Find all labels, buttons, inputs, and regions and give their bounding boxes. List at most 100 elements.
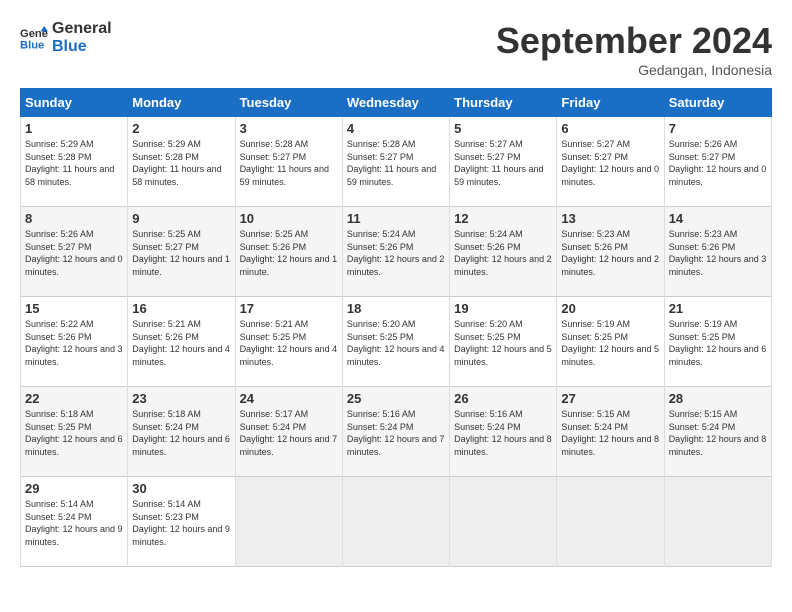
day-number: 7 [669,121,767,136]
day-info: Sunrise: 5:25 AMSunset: 5:27 PMDaylight:… [132,228,230,278]
calendar-cell [342,477,449,567]
day-info: Sunrise: 5:27 AMSunset: 5:27 PMDaylight:… [561,138,659,188]
calendar-cell: 28 Sunrise: 5:15 AMSunset: 5:24 PMDayligh… [664,387,771,477]
day-number: 25 [347,391,445,406]
day-info: Sunrise: 5:18 AMSunset: 5:24 PMDaylight:… [132,408,230,458]
month-title: September 2024 [496,20,772,62]
week-row-2: 8 Sunrise: 5:26 AMSunset: 5:27 PMDaylight… [21,207,772,297]
header-tuesday: Tuesday [235,89,342,117]
day-info: Sunrise: 5:20 AMSunset: 5:25 PMDaylight:… [454,318,552,368]
calendar-cell: 30 Sunrise: 5:14 AMSunset: 5:23 PMDayligh… [128,477,235,567]
day-number: 4 [347,121,445,136]
calendar-cell: 19 Sunrise: 5:20 AMSunset: 5:25 PMDayligh… [450,297,557,387]
day-info: Sunrise: 5:29 AMSunset: 5:28 PMDaylight:… [132,138,230,188]
calendar-cell: 27Sunrise: 5:15 AMSunset: 5:24 PMDayligh… [557,387,664,477]
logo-text-line1: General [52,20,112,38]
day-number: 27 [561,391,659,406]
svg-text:Blue: Blue [20,39,44,51]
day-info: Sunrise: 5:25 AMSunset: 5:26 PMDaylight:… [240,228,338,278]
calendar-cell: 17 Sunrise: 5:21 AMSunset: 5:25 PMDayligh… [235,297,342,387]
header-saturday: Saturday [664,89,771,117]
header-row: SundayMondayTuesdayWednesdayThursdayFrid… [21,89,772,117]
day-number: 14 [669,211,767,226]
day-number: 20 [561,301,659,316]
day-number: 10 [240,211,338,226]
week-row-1: 1 Sunrise: 5:29 AMSunset: 5:28 PMDaylight… [21,117,772,207]
calendar-cell: 6 Sunrise: 5:27 AMSunset: 5:27 PMDaylight… [557,117,664,207]
logo-icon: General Blue [20,24,48,52]
calendar-cell: 7Sunrise: 5:26 AMSunset: 5:27 PMDaylight… [664,117,771,207]
day-number: 15 [25,301,123,316]
calendar-cell: 4 Sunrise: 5:28 AMSunset: 5:27 PMDaylight… [342,117,449,207]
logo: General Blue General Blue [20,20,112,55]
day-number: 19 [454,301,552,316]
day-number: 1 [25,121,123,136]
week-row-3: 15 Sunrise: 5:22 AMSunset: 5:26 PMDayligh… [21,297,772,387]
calendar-cell: 8 Sunrise: 5:26 AMSunset: 5:27 PMDaylight… [21,207,128,297]
calendar-cell: 21 Sunrise: 5:19 AMSunset: 5:25 PMDayligh… [664,297,771,387]
calendar-cell: 9 Sunrise: 5:25 AMSunset: 5:27 PMDaylight… [128,207,235,297]
header-sunday: Sunday [21,89,128,117]
day-number: 16 [132,301,230,316]
day-number: 17 [240,301,338,316]
header-thursday: Thursday [450,89,557,117]
location: Gedangan, Indonesia [496,62,772,78]
calendar-cell [557,477,664,567]
day-info: Sunrise: 5:28 AMSunset: 5:27 PMDaylight:… [240,138,338,188]
day-number: 21 [669,301,767,316]
day-number: 28 [669,391,767,406]
day-number: 22 [25,391,123,406]
day-info: Sunrise: 5:20 AMSunset: 5:25 PMDaylight:… [347,318,445,368]
calendar-cell: 23Sunrise: 5:18 AMSunset: 5:24 PMDayligh… [128,387,235,477]
day-info: Sunrise: 5:17 AMSunset: 5:24 PMDaylight:… [240,408,338,458]
calendar-cell: 16Sunrise: 5:21 AMSunset: 5:26 PMDayligh… [128,297,235,387]
calendar-cell: 3 Sunrise: 5:28 AMSunset: 5:27 PMDaylight… [235,117,342,207]
day-number: 2 [132,121,230,136]
day-number: 3 [240,121,338,136]
day-info: Sunrise: 5:14 AMSunset: 5:23 PMDaylight:… [132,498,230,548]
day-info: Sunrise: 5:19 AMSunset: 5:25 PMDaylight:… [669,318,767,368]
calendar-cell: 11 Sunrise: 5:24 AMSunset: 5:26 PMDayligh… [342,207,449,297]
day-number: 11 [347,211,445,226]
logo-text-line2: Blue [52,38,112,56]
calendar-table: SundayMondayTuesdayWednesdayThursdayFrid… [20,88,772,567]
day-number: 30 [132,481,230,496]
header-monday: Monday [128,89,235,117]
header-friday: Friday [557,89,664,117]
day-info: Sunrise: 5:15 AMSunset: 5:24 PMDaylight:… [669,408,767,458]
day-number: 6 [561,121,659,136]
day-info: Sunrise: 5:16 AMSunset: 5:24 PMDaylight:… [347,408,445,458]
day-info: Sunrise: 5:21 AMSunset: 5:25 PMDaylight:… [240,318,338,368]
day-number: 12 [454,211,552,226]
day-info: Sunrise: 5:23 AMSunset: 5:26 PMDaylight:… [669,228,767,278]
calendar-cell: 2 Sunrise: 5:29 AMSunset: 5:28 PMDaylight… [128,117,235,207]
calendar-cell [235,477,342,567]
day-info: Sunrise: 5:27 AMSunset: 5:27 PMDaylight:… [454,138,552,188]
day-number: 9 [132,211,230,226]
title-block: September 2024 Gedangan, Indonesia [496,20,772,78]
day-number: 29 [25,481,123,496]
calendar-cell [664,477,771,567]
day-info: Sunrise: 5:24 AMSunset: 5:26 PMDaylight:… [454,228,552,278]
calendar-cell: 26Sunrise: 5:16 AMSunset: 5:24 PMDayligh… [450,387,557,477]
calendar-cell [450,477,557,567]
calendar-cell: 10 Sunrise: 5:25 AMSunset: 5:26 PMDayligh… [235,207,342,297]
day-info: Sunrise: 5:18 AMSunset: 5:25 PMDaylight:… [25,408,123,458]
day-info: Sunrise: 5:14 AMSunset: 5:24 PMDaylight:… [25,498,123,548]
calendar-cell: 13Sunrise: 5:23 AMSunset: 5:26 PMDayligh… [557,207,664,297]
calendar-cell: 25 Sunrise: 5:16 AMSunset: 5:24 PMDayligh… [342,387,449,477]
day-info: Sunrise: 5:28 AMSunset: 5:27 PMDaylight:… [347,138,445,188]
calendar-cell: 1Sunrise: 5:29 AMSunset: 5:28 PMDaylight… [21,117,128,207]
calendar-cell: 18Sunrise: 5:20 AMSunset: 5:25 PMDayligh… [342,297,449,387]
calendar-cell: 15 Sunrise: 5:22 AMSunset: 5:26 PMDayligh… [21,297,128,387]
day-info: Sunrise: 5:24 AMSunset: 5:26 PMDaylight:… [347,228,445,278]
day-number: 5 [454,121,552,136]
calendar-cell: 29 Sunrise: 5:14 AMSunset: 5:24 PMDayligh… [21,477,128,567]
week-row-5: 29 Sunrise: 5:14 AMSunset: 5:24 PMDayligh… [21,477,772,567]
week-row-4: 22 Sunrise: 5:18 AMSunset: 5:25 PMDayligh… [21,387,772,477]
day-info: Sunrise: 5:22 AMSunset: 5:26 PMDaylight:… [25,318,123,368]
calendar-cell: 20Sunrise: 5:19 AMSunset: 5:25 PMDayligh… [557,297,664,387]
day-number: 8 [25,211,123,226]
header-wednesday: Wednesday [342,89,449,117]
day-info: Sunrise: 5:26 AMSunset: 5:27 PMDaylight:… [25,228,123,278]
